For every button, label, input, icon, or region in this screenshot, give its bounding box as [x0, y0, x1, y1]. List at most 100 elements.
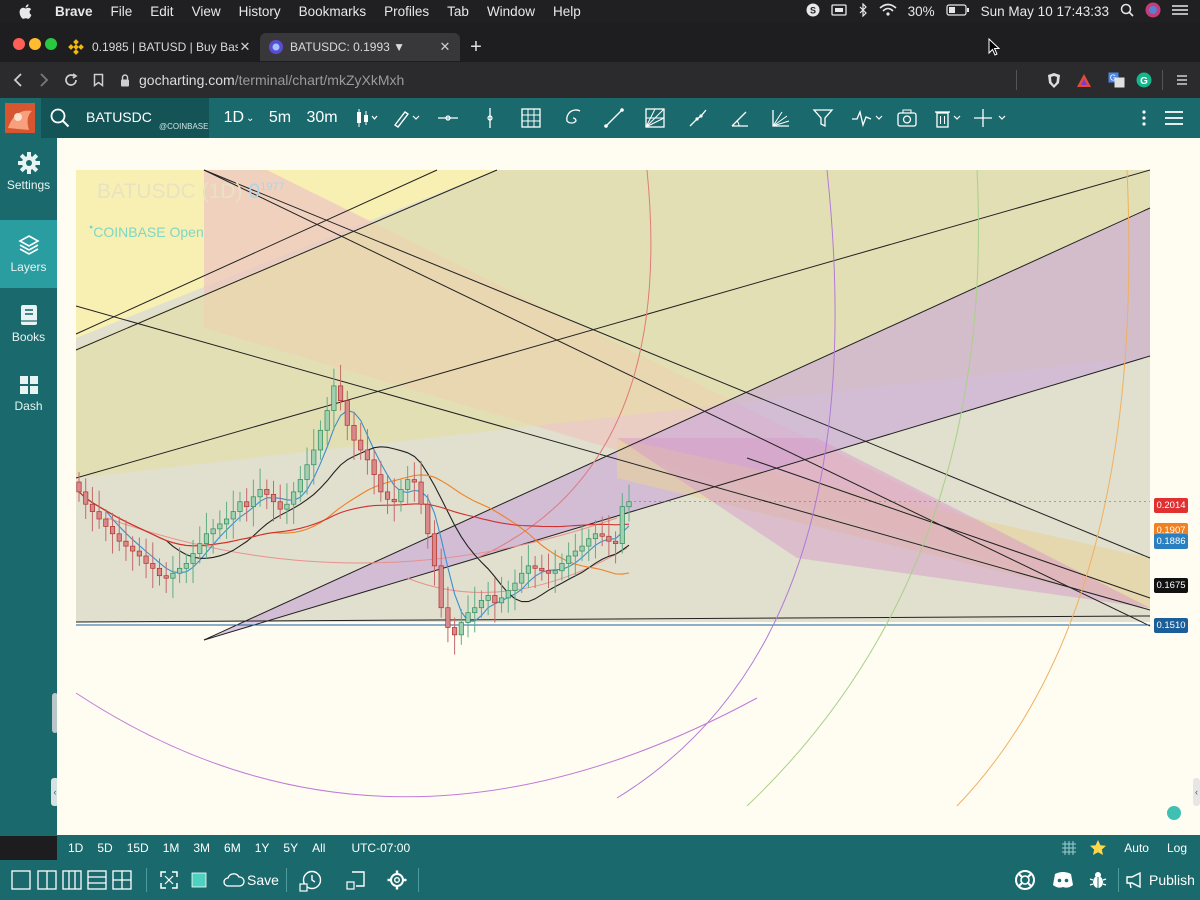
menu-file[interactable]: File [102, 4, 142, 19]
trash-icon[interactable] [932, 98, 964, 138]
save-button[interactable]: Save [247, 872, 279, 888]
support-lifebuoy-icon[interactable] [1012, 868, 1038, 892]
spotlight-search-icon[interactable] [1120, 3, 1134, 20]
angle-tool-icon[interactable] [727, 98, 753, 138]
wifi-icon[interactable] [879, 3, 897, 19]
horizontal-line-icon[interactable] [436, 98, 460, 138]
control-center-icon[interactable] [1172, 4, 1188, 19]
bookmark-button[interactable] [86, 68, 110, 92]
app-name-menu[interactable]: Brave [46, 4, 102, 19]
menu-tab[interactable]: Tab [438, 4, 478, 19]
more-options-icon[interactable] [1136, 98, 1152, 138]
timeframe-15d[interactable]: 15D [120, 841, 156, 855]
cloud-save-icon[interactable] [222, 868, 246, 892]
indicators-icon[interactable] [850, 98, 886, 138]
sidebar-item-dash[interactable]: Dash [0, 360, 57, 428]
timeframe-5d[interactable]: 5D [90, 841, 119, 855]
timeframe-3m[interactable]: 3M [186, 841, 217, 855]
grammarly-extension-icon[interactable]: G [1132, 68, 1156, 92]
timeframe-5y[interactable]: 5Y [276, 841, 305, 855]
chat-bubble-icon[interactable] [1167, 806, 1181, 820]
price-chart[interactable] [57, 138, 1200, 836]
auto-scale-toggle[interactable]: Auto [1117, 841, 1156, 855]
bluetooth-icon[interactable] [858, 2, 868, 20]
screen-mirror-icon[interactable] [830, 3, 847, 19]
user-avatar[interactable] [4, 98, 36, 138]
menu-edit[interactable]: Edit [141, 4, 182, 19]
menu-profiles[interactable]: Profiles [375, 4, 438, 19]
close-tab-icon[interactable]: ✕ [238, 39, 252, 55]
maximize-window-button[interactable] [45, 38, 57, 50]
timeframe-6m[interactable]: 6M [217, 841, 248, 855]
menu-view[interactable]: View [183, 4, 230, 19]
layout-quad-icon[interactable] [111, 868, 133, 892]
megaphone-icon[interactable] [1124, 868, 1146, 892]
log-scale-toggle[interactable]: Log [1160, 841, 1194, 855]
chart-area[interactable]: BATUSDC (1D) 01977 ●COINBASE Open 0.2014 … [57, 138, 1200, 836]
discord-icon[interactable] [1050, 868, 1076, 892]
grid-tool-icon[interactable] [518, 98, 544, 138]
trend-line-icon[interactable] [601, 98, 627, 138]
close-tab-icon[interactable]: ✕ [438, 39, 452, 55]
timeframe-1y[interactable]: 1Y [248, 841, 277, 855]
candlestick-type-icon[interactable] [351, 98, 381, 138]
settings-gear-icon[interactable] [385, 868, 409, 892]
menu-window[interactable]: Window [478, 4, 544, 19]
forward-button[interactable] [32, 68, 56, 92]
menu-help[interactable]: Help [544, 4, 590, 19]
gann-box-icon[interactable] [642, 98, 668, 138]
brave-rewards-icon[interactable] [1072, 68, 1096, 92]
filter-icon[interactable] [810, 98, 836, 138]
tab-batusdc-gocharting[interactable]: BATUSDC: 0.1993 ▼ ✕ [260, 33, 460, 61]
timeframe-1m[interactable]: 1M [156, 841, 187, 855]
new-tab-button[interactable]: + [466, 36, 486, 58]
sidebar-item-books[interactable]: Books [0, 290, 57, 358]
pitchfork-icon[interactable] [685, 98, 711, 138]
interval-30m-button[interactable]: 30m [302, 98, 342, 138]
crosshair-icon[interactable] [972, 98, 1008, 138]
url-field[interactable]: gocharting.com/terminal/chart/mkZyXkMxh [120, 67, 404, 93]
publish-button[interactable]: Publish [1149, 872, 1195, 888]
back-button[interactable] [6, 68, 30, 92]
minimize-window-button[interactable] [29, 38, 41, 50]
vertical-line-icon[interactable] [478, 98, 502, 138]
alert-icon[interactable] [344, 868, 368, 892]
interval-5m-button[interactable]: 5m [264, 98, 296, 138]
layout-two-columns-icon[interactable] [36, 868, 58, 892]
color-square-icon[interactable] [190, 868, 208, 892]
translate-extension-icon[interactable]: G [1104, 68, 1128, 92]
apple-icon[interactable] [14, 3, 36, 19]
browser-menu-icon[interactable] [1170, 68, 1194, 92]
interval-dropdown[interactable]: 1D ⌄ [222, 98, 256, 138]
pencil-draw-icon[interactable] [390, 98, 424, 138]
sidebar-item-layers[interactable]: Layers [0, 220, 57, 288]
fib-fan-icon[interactable] [768, 98, 794, 138]
brave-shields-icon[interactable] [1042, 68, 1066, 92]
timeframe-all[interactable]: All [305, 841, 332, 855]
battery-icon[interactable] [946, 3, 970, 19]
skype-icon[interactable]: S [806, 3, 820, 20]
star-favorite-icon[interactable] [1089, 839, 1107, 856]
reload-button[interactable] [59, 68, 83, 92]
fib-spiral-icon[interactable] [560, 98, 586, 138]
menu-bookmarks[interactable]: Bookmarks [290, 4, 376, 19]
bug-report-icon[interactable] [1086, 868, 1110, 892]
clock[interactable]: Sun May 10 17:43:33 [981, 4, 1109, 19]
timezone-label[interactable]: UTC-07:00 [344, 841, 417, 855]
menu-history[interactable]: History [230, 4, 290, 19]
tab-batusd-binance[interactable]: 0.1985 | BATUSD | Buy Basic Att ✕ [60, 33, 260, 61]
close-window-button[interactable] [13, 38, 25, 50]
layout-rows-icon[interactable] [86, 868, 108, 892]
timeframe-1d[interactable]: 1D [61, 841, 90, 855]
grid-toggle-icon[interactable] [1061, 840, 1077, 856]
camera-icon[interactable] [894, 98, 920, 138]
fullscreen-icon[interactable] [158, 868, 180, 892]
hamburger-menu-icon[interactable] [1162, 98, 1186, 138]
layout-three-columns-icon[interactable] [61, 868, 83, 892]
expand-right-panel-chevron-icon[interactable]: ‹ [1193, 778, 1200, 806]
replay-clock-icon[interactable] [298, 868, 324, 892]
user-avatar-icon[interactable] [1145, 2, 1161, 21]
layout-single-icon[interactable] [10, 868, 32, 892]
sidebar-item-settings[interactable]: Settings [0, 138, 57, 206]
symbol-label[interactable]: BATUSDC [86, 109, 152, 125]
